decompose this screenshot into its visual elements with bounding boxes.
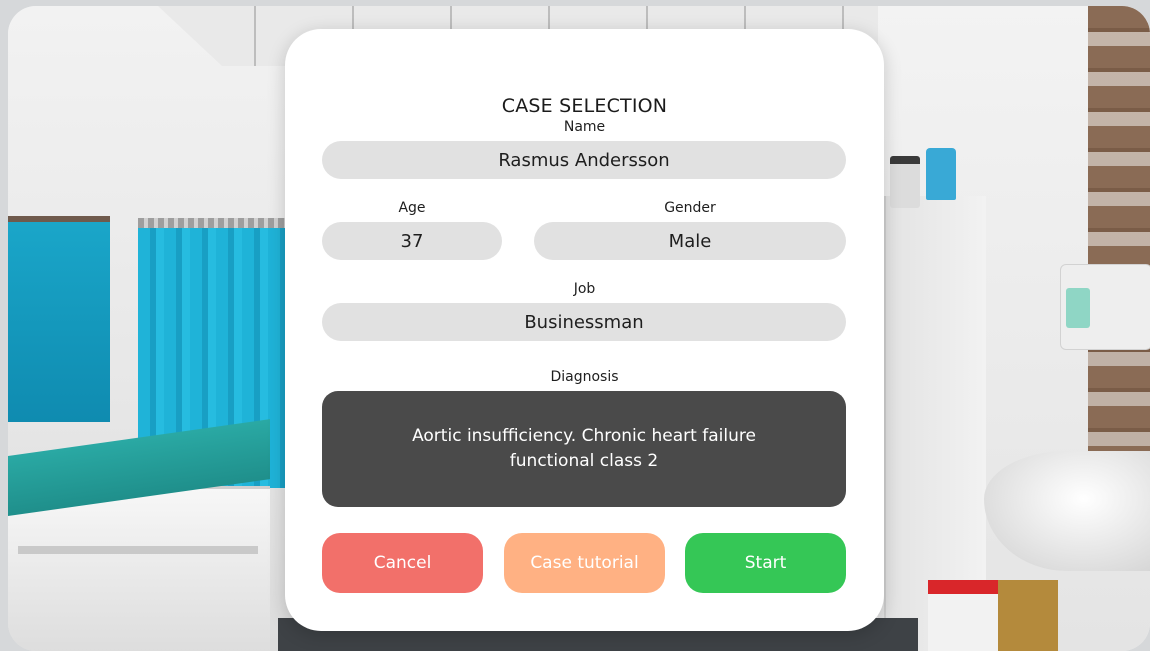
exam-bed-shelf xyxy=(18,546,258,554)
app-window: CASE SELECTION Name Rasmus Andersson Age… xyxy=(0,0,1150,651)
dispenser-window xyxy=(1066,288,1090,328)
cancel-button[interactable]: Cancel xyxy=(322,533,483,593)
case-selection-dialog: CASE SELECTION Name Rasmus Andersson Age… xyxy=(285,29,884,631)
name-field[interactable]: Rasmus Andersson xyxy=(322,141,846,179)
gender-field[interactable]: Male xyxy=(534,222,846,260)
blue-curtain-left xyxy=(8,216,110,422)
job-label: Job xyxy=(573,281,596,297)
waste-bin xyxy=(928,580,1008,651)
wood-panel xyxy=(1088,6,1150,476)
gender-label: Gender xyxy=(664,200,716,216)
curtain-rod xyxy=(138,218,298,228)
diagnosis-label: Diagnosis xyxy=(550,369,619,385)
dialog-title: CASE SELECTION xyxy=(501,95,668,117)
diagnosis-box: Aortic insufficiency. Chronic heart fail… xyxy=(322,391,846,507)
age-label: Age xyxy=(398,200,426,216)
spray-bottle xyxy=(926,148,956,200)
exam-bed-base xyxy=(8,486,270,651)
case-tutorial-button[interactable]: Case tutorial xyxy=(504,533,665,593)
name-label: Name xyxy=(563,119,606,135)
sharps-box xyxy=(998,580,1058,651)
diagnosis-text: Aortic insufficiency. Chronic heart fail… xyxy=(412,426,756,471)
job-field[interactable]: Businessman xyxy=(322,303,846,341)
start-button[interactable]: Start xyxy=(685,533,846,593)
age-field[interactable]: 37 xyxy=(322,222,502,260)
supply-jar xyxy=(890,156,920,208)
